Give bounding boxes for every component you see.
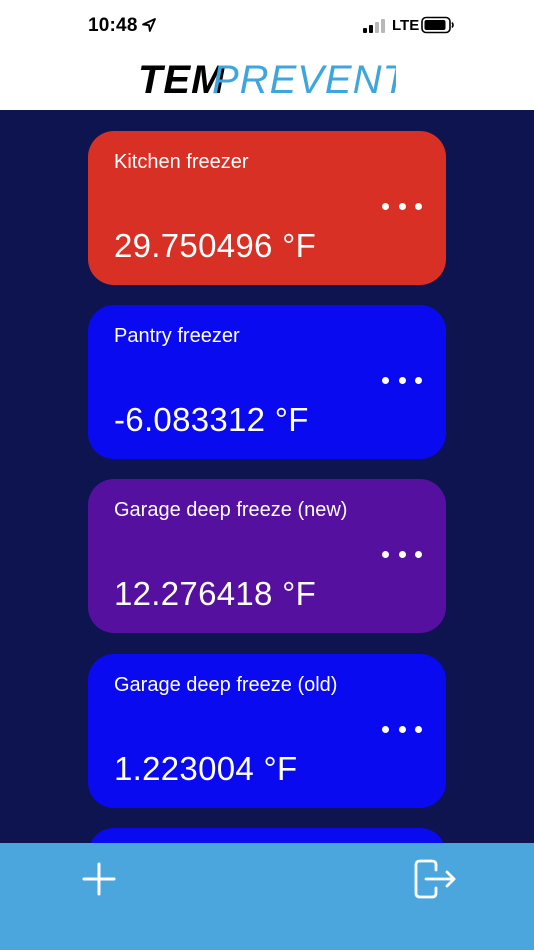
device-name: Pantry freezer — [114, 325, 240, 347]
device-list: Kitchen freezer 29.750496 °F Pantry free… — [0, 110, 534, 843]
device-name: Garage deep freeze (new) — [114, 499, 348, 521]
app-screen: 10:48 LTE TEM PREVENT Kitchen freezer 29… — [0, 0, 534, 950]
signal-bars-icon — [363, 19, 387, 33]
device-temperature: 1.223004 °F — [114, 750, 298, 787]
location-arrow-icon — [142, 18, 156, 32]
more-options-icon[interactable] — [382, 373, 422, 387]
top-area: 10:48 LTE TEM PREVENT — [0, 0, 534, 110]
status-bar: 10:48 LTE — [0, 0, 534, 54]
more-options-icon[interactable] — [382, 547, 422, 561]
app-logo: TEM PREVENT — [138, 58, 396, 102]
more-options-icon[interactable] — [382, 722, 422, 736]
device-temperature: -6.083312 °F — [114, 401, 309, 438]
device-card[interactable]: Garage deep freeze (new) 12.276418 °F — [88, 479, 446, 633]
device-temperature: 29.750496 °F — [114, 227, 317, 264]
device-card[interactable]: Kitchen freezer 29.750496 °F — [88, 131, 446, 285]
device-name: Kitchen freezer — [114, 151, 249, 173]
battery-icon — [421, 16, 454, 34]
network-label: LTE — [392, 17, 420, 34]
add-icon[interactable] — [82, 862, 116, 896]
device-card[interactable]: Garage deep freeze (old) 1.223004 °F — [88, 654, 446, 808]
device-name: Garage deep freeze (old) — [114, 674, 338, 696]
more-options-icon[interactable] — [382, 199, 422, 213]
logo-part2: PREVENT — [212, 58, 396, 102]
device-card[interactable]: Pantry freezer -6.083312 °F — [88, 305, 446, 459]
device-card[interactable] — [88, 828, 446, 843]
device-temperature: 12.276418 °F — [114, 575, 317, 612]
logout-icon[interactable] — [414, 858, 458, 900]
status-time: 10:48 — [88, 15, 138, 36]
